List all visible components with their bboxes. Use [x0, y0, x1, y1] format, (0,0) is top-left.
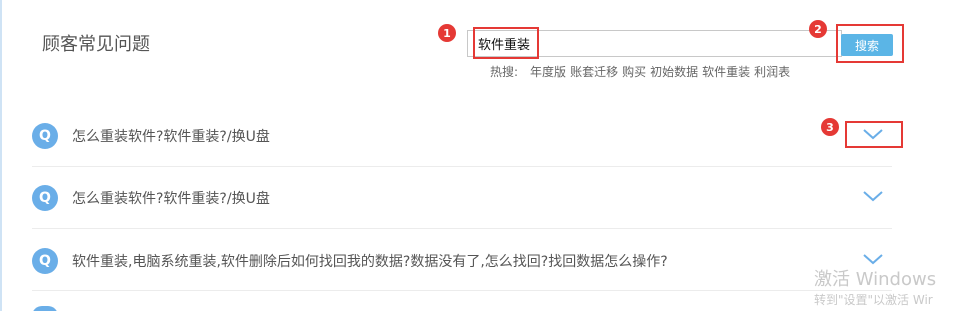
- faq-item[interactable]: Q 软件重装,电脑系统重装,软件删除后如何找回我的数据?数据没有了,怎么找回?找…: [32, 244, 892, 278]
- question-icon: Q: [32, 248, 58, 274]
- faq-question[interactable]: 软件重装,电脑系统重装,软件删除后如何找回我的数据?数据没有了,怎么找回?找回数…: [72, 251, 892, 271]
- chevron-down-icon[interactable]: [862, 252, 884, 266]
- hot-searches-label: 热搜:: [490, 65, 519, 79]
- divider: [32, 228, 892, 229]
- divider: [32, 290, 892, 291]
- faq-item[interactable]: Q 怎么重装软件?软件重装?/换U盘: [32, 119, 892, 153]
- question-icon: [32, 306, 58, 311]
- chevron-down-icon[interactable]: [862, 127, 884, 141]
- faq-question[interactable]: 怎么重装软件?软件重装?/换U盘: [72, 188, 892, 208]
- faq-question[interactable]: 怎么重装软件?软件重装?/换U盘: [72, 126, 892, 146]
- question-icon: Q: [32, 123, 58, 149]
- hot-search-link[interactable]: 初始数据: [650, 63, 698, 80]
- activation-watermark-title: 激活 Windows: [814, 269, 937, 290]
- highlight-search-button: [836, 24, 904, 63]
- divider: [32, 166, 892, 167]
- activation-watermark-subtitle: 转到"设置"以激活 Wir: [814, 293, 933, 307]
- annotation-badge-2: 2: [809, 20, 827, 38]
- hot-search-link[interactable]: 利润表: [754, 63, 790, 80]
- annotation-badge-1: 1: [438, 24, 456, 42]
- hot-search-link[interactable]: 购买: [622, 63, 646, 80]
- hot-search-link[interactable]: 账套迁移: [570, 63, 618, 80]
- faq-page: 顾客常见问题 搜索 热搜: 年度版 账套迁移 购买 初始数据 软件重装 利润表 …: [0, 0, 958, 311]
- chevron-down-icon[interactable]: [862, 189, 884, 203]
- hot-search-link[interactable]: 软件重装: [702, 63, 750, 80]
- hot-search-link[interactable]: 年度版: [530, 63, 566, 80]
- question-icon: Q: [32, 185, 58, 211]
- page-title: 顾客常见问题: [42, 34, 150, 55]
- faq-item[interactable]: Q 怎么重装软件?软件重装?/换U盘: [32, 181, 892, 215]
- hot-searches: 热搜: 年度版 账套迁移 购买 初始数据 软件重装 利润表: [490, 63, 794, 80]
- highlight-search-input: [473, 27, 539, 59]
